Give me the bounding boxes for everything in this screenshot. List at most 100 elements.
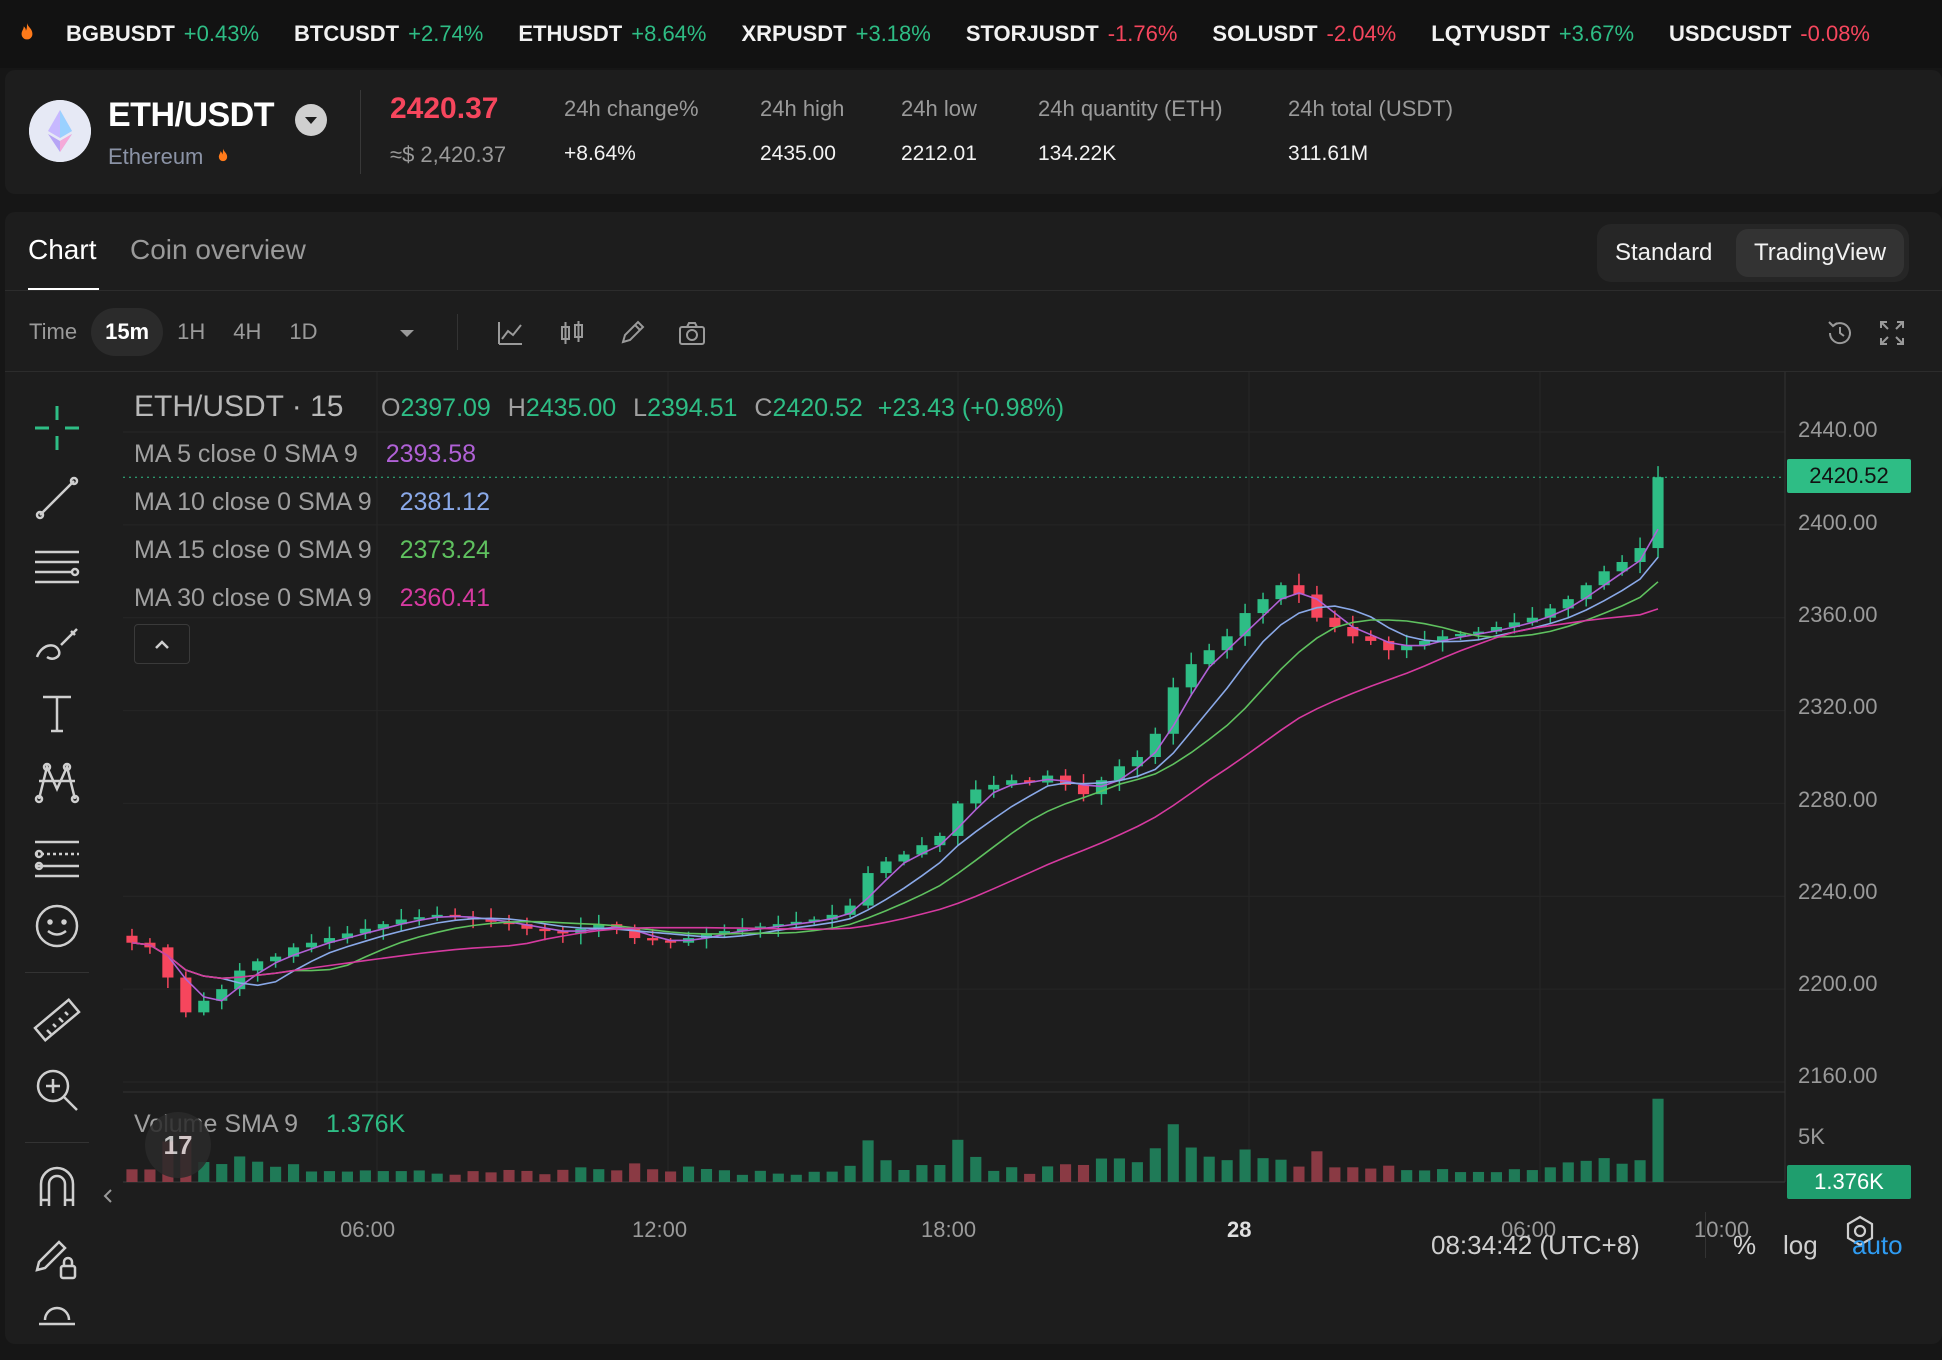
- volume-bar: [359, 1170, 371, 1182]
- ma15-legend: MA 15 close 0 SMA 9 2373.24: [134, 536, 490, 565]
- candle-body: [216, 989, 228, 1001]
- volume-bar: [1059, 1164, 1072, 1182]
- ticker-symbol: BGBUSDT: [66, 21, 175, 46]
- volume-bar: [1544, 1167, 1556, 1182]
- volume-bar: [1562, 1162, 1574, 1182]
- volume-bar: [1131, 1162, 1143, 1182]
- view-toggle: Standard TradingView: [1597, 224, 1909, 282]
- indicators-icon[interactable]: [495, 318, 525, 348]
- tradingview-view-button[interactable]: TradingView: [1736, 229, 1905, 277]
- volume-bar: [1006, 1167, 1018, 1182]
- volume-bar: [682, 1166, 695, 1182]
- tradingview-logo-icon[interactable]: 17: [145, 1112, 211, 1178]
- stat-24h-quantity: 24h quantity (ETH) 134.22K: [1038, 96, 1223, 166]
- ticker-item[interactable]: USDCUSDT -0.08%: [1669, 21, 1870, 47]
- candle-type-icon[interactable]: [557, 318, 587, 348]
- ticker-item[interactable]: LQTYUSDT +3.67%: [1431, 21, 1634, 47]
- y-tick: 2320.00: [1798, 694, 1878, 719]
- fullscreen-icon[interactable]: [1877, 318, 1907, 348]
- timeframe-15m[interactable]: 15m: [91, 308, 164, 356]
- chevron-down-icon[interactable]: [295, 104, 327, 136]
- log-scale-toggle[interactable]: log: [1783, 1230, 1818, 1261]
- tab-chart[interactable]: Chart: [28, 234, 96, 266]
- stat-24h-low: 24h low 2212.01: [901, 96, 977, 166]
- camera-icon[interactable]: [677, 318, 707, 348]
- open-label: O: [381, 394, 401, 422]
- stat-24h-total: 24h total (USDT) 311.61M: [1288, 96, 1453, 166]
- ticker-change: +0.43%: [183, 21, 260, 46]
- chevron-down-icon[interactable]: [392, 318, 422, 348]
- volume-bar: [826, 1171, 838, 1182]
- volume-bar: [1365, 1168, 1377, 1182]
- ticker-item[interactable]: STORJUSDT -1.76%: [966, 21, 1178, 47]
- low-value: 2394.51: [647, 394, 738, 422]
- ticker-item[interactable]: SOLUSDT -2.04%: [1212, 21, 1396, 47]
- stat-value: 134.22K: [1038, 142, 1117, 165]
- trash-icon[interactable]: [31, 1302, 83, 1344]
- volume-bar: [1652, 1098, 1664, 1182]
- ma-value: 2360.41: [399, 584, 490, 612]
- stat-24h-high: 24h high 2435.00: [760, 96, 844, 166]
- volume-bar: [323, 1171, 336, 1182]
- volume-bar: [1616, 1163, 1628, 1182]
- volume-bar: [611, 1170, 623, 1182]
- volume-tick: 5K: [1798, 1124, 1825, 1149]
- chevron-left-icon[interactable]: [101, 1186, 115, 1206]
- y-tick: 2200.00: [1798, 971, 1878, 996]
- tab-coin-overview[interactable]: Coin overview: [130, 234, 306, 266]
- volume-bar: [287, 1164, 300, 1182]
- timeframe-4h[interactable]: 4H: [219, 308, 275, 356]
- volume-bar: [988, 1170, 1000, 1182]
- last-price: 2420.37: [390, 92, 499, 125]
- y-tick: 2400.00: [1798, 510, 1878, 535]
- volume-bar: [1508, 1169, 1520, 1182]
- symbol-legend: ETH/USDT · 15: [134, 390, 344, 424]
- y-tick: 2440.00: [1798, 417, 1878, 442]
- stat-value: 311.61M: [1288, 142, 1369, 165]
- timeframe-1d[interactable]: 1D: [275, 308, 331, 356]
- volume-bar: [1401, 1170, 1413, 1182]
- volume-bar: [718, 1170, 731, 1182]
- standard-view-button[interactable]: Standard: [1597, 229, 1730, 277]
- ticker-item[interactable]: XRPUSDT +3.18%: [741, 21, 930, 47]
- timeframe-1h[interactable]: 1H: [163, 308, 219, 356]
- stat-24h-change: 24h change% +8.64%: [564, 96, 699, 166]
- symbol-label: ETH/USDT · 15: [134, 390, 344, 423]
- x-tick: 28: [1227, 1217, 1252, 1242]
- time-label: Time: [29, 319, 78, 344]
- pencil-icon[interactable]: [617, 318, 647, 348]
- percent-scale-toggle[interactable]: %: [1733, 1230, 1756, 1261]
- volume-bar: [1454, 1172, 1467, 1182]
- volume-bar: [1257, 1158, 1269, 1182]
- pair-title[interactable]: ETH/USDT: [108, 96, 275, 135]
- change-value: +23.43 (+0.98%): [877, 394, 1065, 422]
- ma-value: 2393.58: [385, 440, 477, 468]
- ma-label: MA 30 close 0 SMA 9: [134, 584, 372, 612]
- auto-scale-toggle[interactable]: auto: [1852, 1230, 1903, 1261]
- ticker-item[interactable]: BGBUSDT +0.43%: [66, 21, 259, 47]
- stat-value: +8.64%: [564, 142, 636, 165]
- candle-body: [988, 784, 1000, 790]
- volume-bar: [1095, 1158, 1108, 1182]
- y-tick: 2280.00: [1798, 787, 1878, 812]
- volume-bar: [772, 1173, 784, 1182]
- ticker-change: +8.64%: [631, 21, 707, 46]
- ticker-change: -1.76%: [1107, 21, 1178, 46]
- fire-icon: [21, 23, 33, 40]
- ticker-symbol: BTCUSDT: [294, 21, 400, 46]
- volume-bar: [1472, 1171, 1485, 1182]
- ticker-item[interactable]: BTCUSDT +2.74%: [294, 21, 483, 47]
- ticker-item[interactable]: ETHUSDT +8.64%: [518, 21, 706, 47]
- y-tick: 2240.00: [1798, 879, 1878, 904]
- history-icon[interactable]: [1825, 318, 1855, 348]
- volume-bar: [880, 1160, 892, 1182]
- volume-bar: [575, 1167, 587, 1182]
- volume-bar: [647, 1169, 659, 1182]
- high-value: 2435.00: [525, 394, 617, 422]
- ticker-change: -2.04%: [1326, 21, 1397, 46]
- collapse-legend-button[interactable]: [134, 624, 190, 664]
- volume-value: 1.376K: [325, 1110, 406, 1138]
- volume-bar: [431, 1173, 443, 1182]
- ticker-symbol: LQTYUSDT: [1431, 21, 1550, 46]
- volume-bar: [1293, 1166, 1305, 1182]
